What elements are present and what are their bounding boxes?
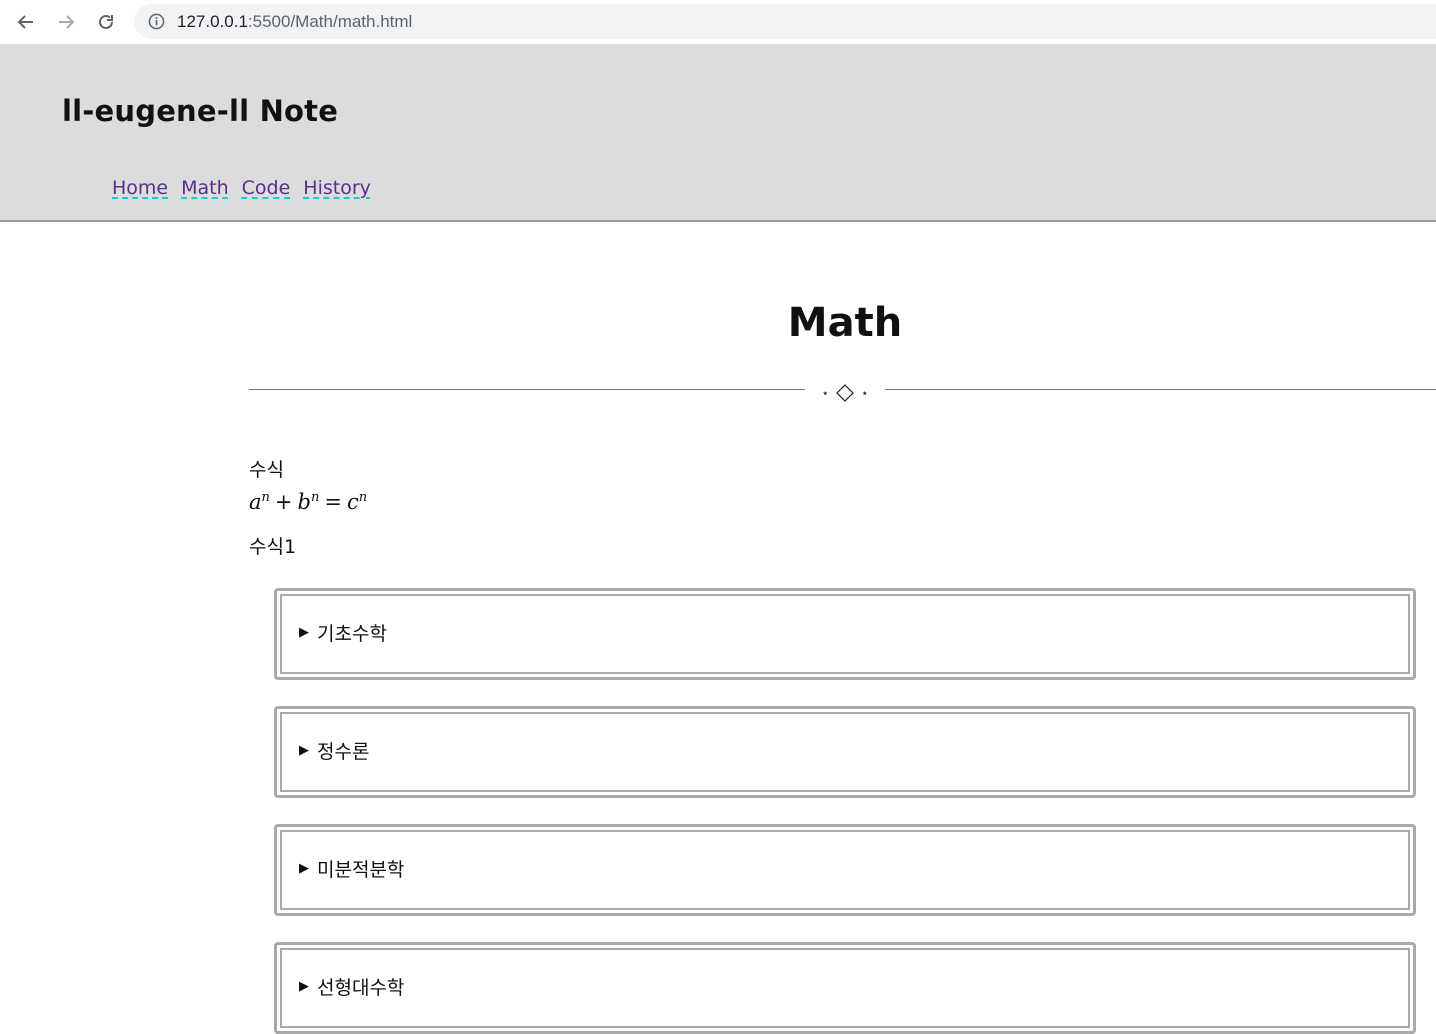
url-text[interactable]: 127.0.0.1:5500/Math/math.html	[177, 12, 412, 32]
back-button[interactable]	[12, 8, 40, 36]
expand-triangle-icon: ▶	[299, 861, 309, 876]
site-header: ll-eugene-ll Note Home Math Code History	[0, 44, 1436, 222]
arrow-left-icon	[17, 15, 33, 29]
nav-link-math[interactable]: Math	[181, 177, 229, 199]
section-basic-math[interactable]: ▶ 기초수학	[274, 588, 1416, 680]
section-frame	[280, 830, 1410, 910]
formula-label: 수식	[249, 459, 284, 481]
expand-triangle-icon: ▶	[299, 625, 309, 640]
divider-left	[249, 389, 805, 390]
reload-button[interactable]	[92, 8, 120, 36]
diamond-icon	[836, 384, 854, 402]
url-path: :5500/Math/math.html	[247, 12, 413, 31]
reload-icon	[99, 14, 113, 29]
section-summary[interactable]: ▶ 미분적분학	[299, 855, 404, 882]
section-summary[interactable]: ▶ 정수론	[299, 737, 369, 764]
section-frame	[280, 594, 1410, 674]
formula-label-2: 수식1	[249, 536, 297, 558]
section-label: 미분적분학	[317, 859, 405, 881]
forward-button[interactable]	[52, 8, 80, 36]
section-frame	[280, 712, 1410, 792]
section-label: 기초수학	[317, 623, 387, 645]
section-frame	[280, 948, 1410, 1028]
divider-right	[885, 389, 1436, 390]
equation-c: c	[346, 490, 359, 514]
equation-plus: +	[274, 490, 293, 514]
expand-triangle-icon: ▶	[299, 743, 309, 758]
section-number-theory[interactable]: ▶ 정수론	[274, 706, 1416, 798]
expand-triangle-icon: ▶	[299, 979, 309, 994]
divider-ornament: ⋆ ⋆	[805, 378, 885, 408]
site-brand: ll-eugene-ll Note	[62, 94, 339, 128]
section-summary[interactable]: ▶ 기초수학	[299, 619, 387, 646]
main-nav: Home Math Code History	[112, 177, 371, 199]
equation: an + bn = cn	[249, 490, 367, 514]
section-linear-algebra[interactable]: ▶ 선형대수학	[274, 942, 1416, 1034]
star-icon: ⋆	[861, 386, 869, 400]
equation-exponent: n	[310, 490, 320, 505]
browser-toolbar: 127.0.0.1:5500/Math/math.html	[0, 0, 1436, 44]
page-title: Math	[787, 300, 903, 346]
address-bar[interactable]: 127.0.0.1:5500/Math/math.html	[134, 4, 1436, 39]
section-calculus[interactable]: ▶ 미분적분학	[274, 824, 1416, 916]
equation-exponent: n	[358, 490, 368, 505]
section-label: 정수론	[317, 741, 370, 763]
equation-equals: =	[324, 490, 342, 514]
equation-exponent: n	[261, 490, 270, 505]
info-icon	[148, 13, 165, 30]
nav-link-code[interactable]: Code	[242, 177, 291, 199]
nav-link-history[interactable]: History	[303, 177, 371, 199]
nav-link-home[interactable]: Home	[112, 177, 168, 199]
equation-a: a	[249, 490, 262, 514]
url-host: 127.0.0.1	[177, 12, 248, 31]
section-summary[interactable]: ▶ 선형대수학	[299, 973, 404, 1000]
section-label: 선형대수학	[317, 977, 405, 999]
equation-b: b	[297, 490, 311, 514]
star-icon: ⋆	[821, 386, 829, 400]
arrow-right-icon	[59, 15, 75, 29]
